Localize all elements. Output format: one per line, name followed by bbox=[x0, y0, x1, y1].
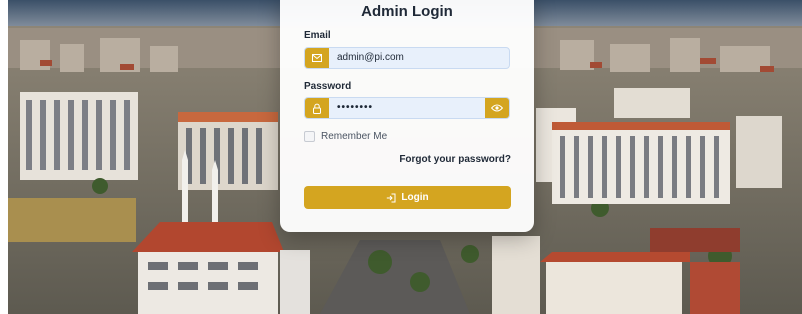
eye-icon[interactable] bbox=[485, 98, 509, 118]
envelope-icon bbox=[305, 48, 329, 68]
password-label: Password bbox=[304, 81, 352, 92]
email-label: Email bbox=[304, 30, 331, 41]
login-card: Admin Login Email admin@pi.com Password … bbox=[280, 0, 534, 232]
password-field[interactable]: •••••••• bbox=[304, 97, 510, 119]
remember-me-label[interactable]: Remember Me bbox=[321, 131, 387, 142]
login-button-label[interactable]: Login bbox=[401, 192, 428, 203]
email-value[interactable]: admin@pi.com bbox=[337, 48, 404, 68]
password-value[interactable]: •••••••• bbox=[337, 98, 373, 118]
forgot-password-link[interactable]: Forgot your password? bbox=[399, 154, 511, 165]
login-button[interactable]: Login bbox=[304, 186, 511, 209]
remember-me-checkbox[interactable] bbox=[304, 131, 315, 142]
lock-icon bbox=[305, 98, 329, 118]
sign-in-icon bbox=[387, 193, 396, 202]
email-field[interactable]: admin@pi.com bbox=[304, 47, 510, 69]
remember-me[interactable]: Remember Me bbox=[304, 131, 387, 142]
left-frame-border bbox=[0, 0, 8, 314]
page-title: Admin Login bbox=[361, 3, 453, 20]
